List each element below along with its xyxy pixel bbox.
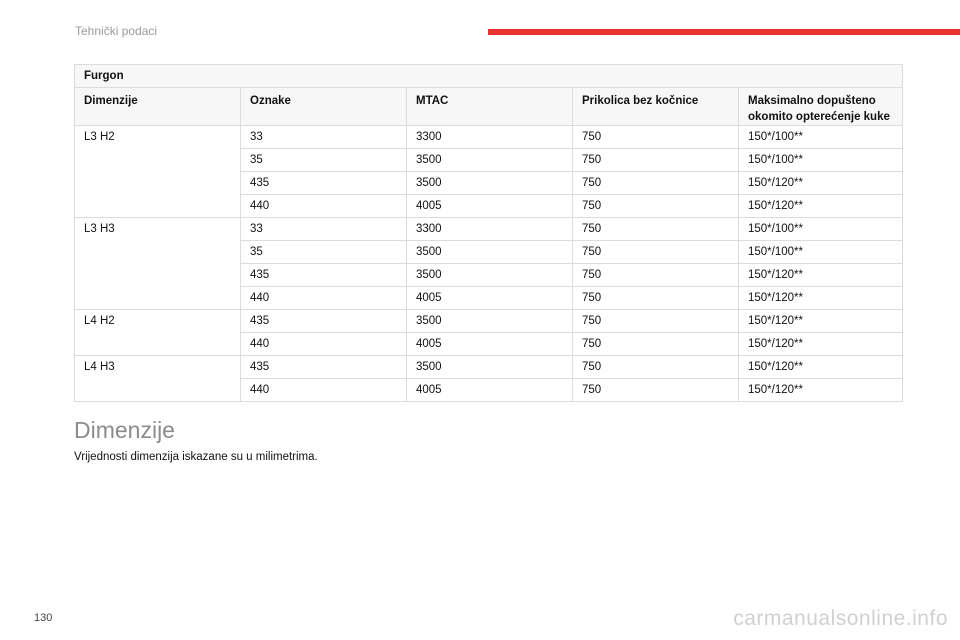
table-cell: 150*/100** <box>738 148 903 172</box>
column-header: Maksimalno dopušteno okomito opterećenje… <box>738 87 903 126</box>
table-cell: 750 <box>572 148 739 172</box>
table-cell: 150*/120** <box>738 355 903 379</box>
table-cell: 3500 <box>406 240 573 264</box>
table-cell: 150*/120** <box>738 171 903 195</box>
dimension-cell: L4 H2 <box>74 309 241 356</box>
table-cell: 4005 <box>406 378 573 402</box>
table-cell: 3500 <box>406 148 573 172</box>
table-cell: 435 <box>240 263 407 287</box>
table-cell: 33 <box>240 125 407 149</box>
column-header: Dimenzije <box>74 87 241 126</box>
table-cell: 750 <box>572 125 739 149</box>
table-caption: Furgon <box>74 64 903 88</box>
table-cell: 150*/120** <box>738 332 903 356</box>
table-row: L4 H2 435 3500 750 150*/120** <box>74 309 903 356</box>
page-header-title: Tehnički podaci <box>75 24 158 38</box>
dimension-cell: L3 H2 <box>74 125 241 218</box>
table-cell: 440 <box>240 286 407 310</box>
table-cell: 150*/120** <box>738 263 903 287</box>
table-cell: 4005 <box>406 332 573 356</box>
table-cell: 35 <box>240 240 407 264</box>
table-cell: 435 <box>240 171 407 195</box>
table-cell: 3300 <box>406 217 573 241</box>
table-row: L4 H3 435 3500 750 150*/120** <box>74 355 903 402</box>
table-cell: 150*/100** <box>738 240 903 264</box>
table-cell: 150*/120** <box>738 194 903 218</box>
page-number: 130 <box>34 612 53 624</box>
header-accent-bar <box>488 29 960 35</box>
table-cell: 750 <box>572 194 739 218</box>
table-cell: 150*/100** <box>738 217 903 241</box>
table-cell: 3500 <box>406 355 573 379</box>
section-title: Dimenzije <box>74 417 175 443</box>
table-cell: 4005 <box>406 194 573 218</box>
table-cell: 750 <box>572 171 739 195</box>
table-cell: 750 <box>572 332 739 356</box>
table-cell: 150*/120** <box>738 286 903 310</box>
table-caption-row: Furgon <box>74 64 903 88</box>
spec-table: Furgon Dimenzije Oznake MTAC Prikolica b… <box>74 64 903 402</box>
table-cell: 750 <box>572 286 739 310</box>
table-cell: 3300 <box>406 125 573 149</box>
column-header: Prikolica bez kočnice <box>572 87 739 126</box>
table-cell: 3500 <box>406 171 573 195</box>
table-cell: 750 <box>572 378 739 402</box>
table-cell: 150*/120** <box>738 309 903 333</box>
table-cell: 150*/120** <box>738 378 903 402</box>
table-header-row: Dimenzije Oznake MTAC Prikolica bez kočn… <box>74 87 903 126</box>
section-text: Vrijednosti dimenzija iskazane su u mili… <box>74 451 318 463</box>
table-cell: 750 <box>572 217 739 241</box>
table-cell: 33 <box>240 217 407 241</box>
spec-table-body: Furgon Dimenzije Oznake MTAC Prikolica b… <box>74 64 903 402</box>
table-cell: 4005 <box>406 286 573 310</box>
table-cell: 750 <box>572 355 739 379</box>
dimension-cell: L3 H3 <box>74 217 241 310</box>
table-cell: 440 <box>240 194 407 218</box>
table-cell: 750 <box>572 240 739 264</box>
dimension-cell: L4 H3 <box>74 355 241 402</box>
watermark: carmanualsonline.info <box>733 607 948 630</box>
table-row: L3 H2 33 3300 750 150*/100** <box>74 125 903 218</box>
table-cell: 3500 <box>406 263 573 287</box>
table-cell: 750 <box>572 309 739 333</box>
table-cell: 750 <box>572 263 739 287</box>
table-cell: 35 <box>240 148 407 172</box>
column-header: MTAC <box>406 87 573 126</box>
column-header: Oznake <box>240 87 407 126</box>
table-cell: 435 <box>240 309 407 333</box>
table-cell: 150*/100** <box>738 125 903 149</box>
table-row: L3 H3 33 3300 750 150*/100** <box>74 217 903 310</box>
table-cell: 440 <box>240 378 407 402</box>
table-cell: 435 <box>240 355 407 379</box>
table-cell: 440 <box>240 332 407 356</box>
table-cell: 3500 <box>406 309 573 333</box>
